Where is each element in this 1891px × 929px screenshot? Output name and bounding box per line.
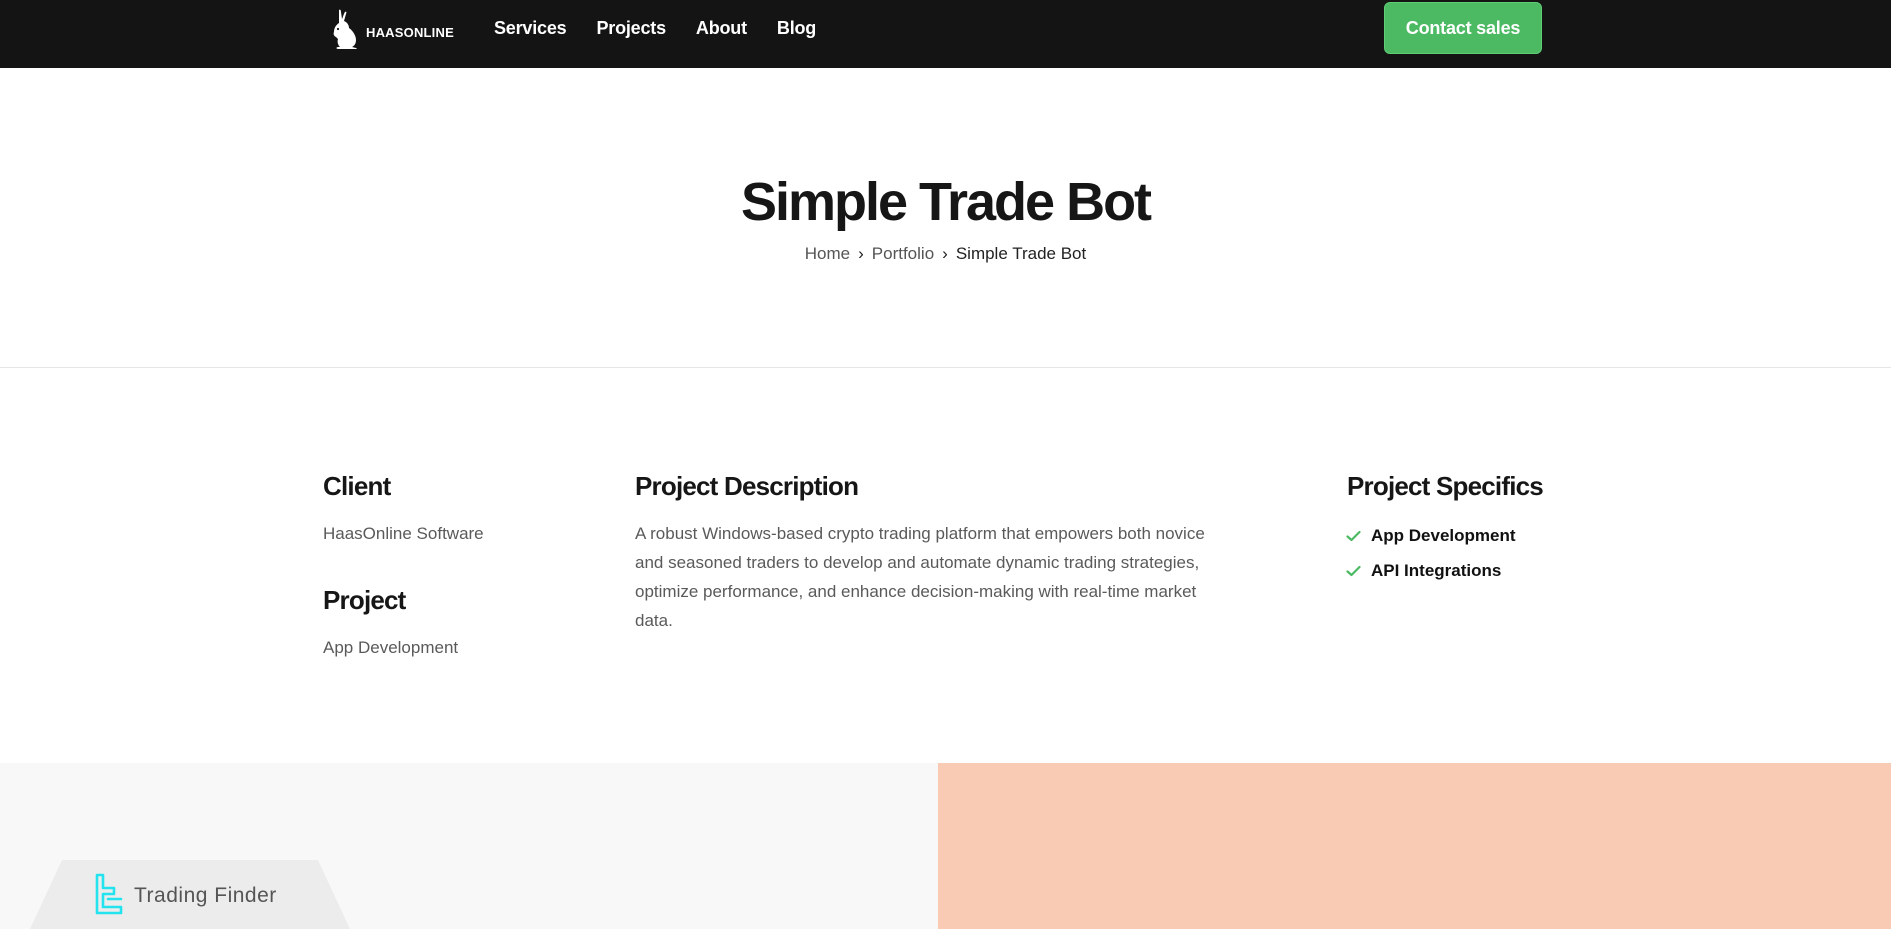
specific-label: App Development: [1371, 525, 1516, 545]
project-specifics-heading: Project Specifics: [1347, 471, 1544, 501]
breadcrumb-portfolio[interactable]: Portfolio: [872, 244, 934, 264]
breadcrumb-separator: ›: [858, 244, 864, 263]
watermark-text: Trading Finder: [134, 884, 277, 907]
project-specifics-list: App Development API Integrations: [1346, 518, 1516, 588]
client-value: HaasOnline Software: [323, 524, 484, 543]
breadcrumb-home[interactable]: Home: [805, 244, 850, 264]
list-item: API Integrations: [1346, 553, 1516, 588]
list-item: App Development: [1346, 518, 1516, 553]
breadcrumb-separator: ›: [942, 244, 948, 263]
project-value: App Development: [323, 638, 459, 657]
page-hero: Simple Trade Bot Home › Portfolio › Simp…: [0, 68, 1891, 368]
nav-link-projects[interactable]: Projects: [596, 18, 666, 39]
client-heading: Client: [323, 471, 391, 501]
logo-text: HAASONLINE: [366, 24, 454, 40]
rabbit-icon: [333, 9, 357, 49]
nav-link-services[interactable]: Services: [494, 18, 567, 39]
trading-finder-watermark: Trading Finder: [30, 860, 350, 929]
breadcrumb: Home › Portfolio › Simple Trade Bot: [0, 244, 1891, 264]
section-divider: [0, 367, 1891, 368]
trading-finder-logo-icon: [95, 873, 123, 915]
check-icon: [1346, 565, 1361, 576]
page-title: Simple Trade Bot: [740, 172, 1152, 232]
project-description-heading: Project Description: [635, 471, 859, 501]
contact-sales-button[interactable]: Contact sales: [1384, 2, 1542, 54]
specific-label: API Integrations: [1371, 560, 1502, 580]
check-icon: [1346, 530, 1361, 541]
project-description-text: A robust Windows-based crypto trading pl…: [635, 524, 1205, 630]
nav-link-blog[interactable]: Blog: [777, 18, 816, 39]
main-navigation: Services Projects About Blog: [494, 0, 816, 56]
top-navigation-bar: HAASONLINE Services Projects About Blog …: [0, 0, 1891, 68]
nav-link-about[interactable]: About: [696, 18, 747, 39]
breadcrumb-current: Simple Trade Bot: [955, 244, 1087, 263]
project-heading: Project: [323, 585, 406, 615]
bottom-panel-right: [938, 763, 1891, 929]
site-logo[interactable]: HAASONLINE: [330, 8, 454, 50]
